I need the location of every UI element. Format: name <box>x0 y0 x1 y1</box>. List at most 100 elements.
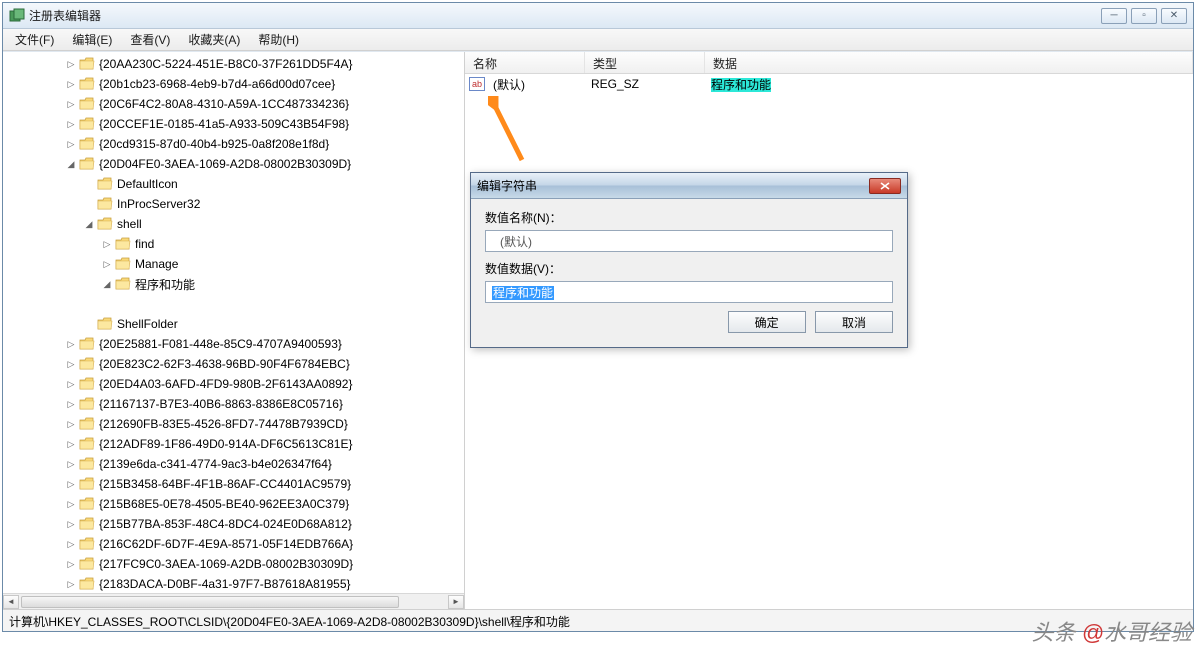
expand-icon[interactable]: ▷ <box>65 478 77 490</box>
folder-icon <box>79 457 95 471</box>
tree-item[interactable]: DefaultIcon <box>3 174 464 194</box>
edit-string-dialog: 编辑字符串 数值名称(N)： (默认) 数值数据(V)： 程序和功能 确定 取消 <box>470 172 908 348</box>
col-name[interactable]: 名称 <box>465 52 585 73</box>
tree-item[interactable]: ▷ {215B3458-64BF-4F1B-86AF-CC4401AC9579} <box>3 474 464 494</box>
tree-item[interactable]: ▷{217FC9C0-3AEA-1069-A2DB-08002B30309D} <box>3 554 464 574</box>
folder-icon <box>97 217 113 231</box>
tree-item[interactable]: ▷ {20b1cb23-6968-4eb9-b7d4-a66d00d07cee} <box>3 74 464 94</box>
list-header[interactable]: 名称 类型 数据 <box>465 52 1193 74</box>
tree-item[interactable]: ▷{20ED4A03-6AFD-4FD9-980B-2F6143AA0892} <box>3 374 464 394</box>
list-row[interactable]: (默认) REG_SZ 程序和功能 <box>465 74 1193 94</box>
menu-view[interactable]: 查看(V) <box>122 29 178 50</box>
h-scrollbar[interactable]: ◄ ► <box>3 593 464 609</box>
menu-favorites[interactable]: 收藏夹(A) <box>180 29 248 50</box>
menubar: 文件(F) 编辑(E) 查看(V) 收藏夹(A) 帮助(H) <box>3 29 1193 51</box>
tree-label: {20E823C2-62F3-4638-96BD-90F4F6784EBC} <box>99 357 350 371</box>
tree-item[interactable]: ▷Manage <box>3 254 464 274</box>
value-name-label: 数值名称(N)： <box>485 209 893 226</box>
tree-item[interactable]: ▷{216C62DF-6D7F-4E9A-8571-05F14EDB766A} <box>3 534 464 554</box>
expand-icon[interactable]: ▷ <box>65 458 77 470</box>
expand-icon[interactable]: ▷ <box>65 58 77 70</box>
tree-item[interactable]: ▷ {21167137-B7E3-40B6-8863-8386E8C05716} <box>3 394 464 414</box>
tree-item[interactable]: ▷ {215B77BA-853F-48C4-8DC4-024E0D68A812} <box>3 514 464 534</box>
tree-item[interactable]: InProcServer32 <box>3 194 464 214</box>
expand-icon[interactable]: ▷ <box>65 498 77 510</box>
tree-item[interactable]: ◢shell <box>3 214 464 234</box>
tree-item[interactable]: ▷{212ADF89-1F86-49D0-914A-DF6C5613C81E} <box>3 434 464 454</box>
cell-name: (默认) <box>487 76 585 93</box>
folder-icon <box>79 117 95 131</box>
tree-item[interactable]: ▷{2139e6da-c341-4774-9ac3-b4e026347f64} <box>3 454 464 474</box>
folder-icon <box>79 477 95 491</box>
folder-icon <box>79 97 95 111</box>
tree-item[interactable]: ▷find <box>3 234 464 254</box>
expand-icon[interactable]: ▷ <box>65 418 77 430</box>
tree-item[interactable]: ▷{215B68E5-0E78-4505-BE40-962EE3A0C379} <box>3 494 464 514</box>
expand-icon[interactable]: ▷ <box>101 238 113 250</box>
expand-icon[interactable]: ▷ <box>65 578 77 590</box>
expand-icon[interactable]: ▷ <box>65 138 77 150</box>
tree-label: {20AA230C-5224-451E-B8C0-37F261DD5F4A} <box>99 57 353 71</box>
folder-icon <box>115 277 131 291</box>
tree-item[interactable]: ◢程序和功能 <box>3 274 464 294</box>
collapse-icon[interactable]: ◢ <box>101 278 113 290</box>
menu-edit[interactable]: 编辑(E) <box>64 29 120 50</box>
tree-item[interactable]: ▷ {20AA230C-5224-451E-B8C0-37F261DD5F4A} <box>3 54 464 74</box>
tree-label: {21167137-B7E3-40B6-8863-8386E8C05716} <box>99 397 343 411</box>
tree-item[interactable]: ▷{212690FB-83E5-4526-8FD7-74478B7939CD} <box>3 414 464 434</box>
tree-item[interactable]: ◢{20D04FE0-3AEA-1069-A2D8-08002B30309D} <box>3 154 464 174</box>
dialog-close-button[interactable] <box>869 178 901 194</box>
value-data-input[interactable]: 程序和功能 <box>485 281 893 303</box>
close-button[interactable]: ✕ <box>1161 8 1187 24</box>
tree-label: {20b1cb23-6968-4eb9-b7d4-a66d00d07cee} <box>99 77 335 91</box>
expand-icon[interactable]: ▷ <box>101 258 113 270</box>
tree-item[interactable]: ▷ {20E823C2-62F3-4638-96BD-90F4F6784EBC} <box>3 354 464 374</box>
scroll-left-button[interactable]: ◄ <box>3 595 19 609</box>
folder-icon <box>79 57 95 71</box>
expand-icon[interactable]: ▷ <box>65 438 77 450</box>
tree-label: {20CCEF1E-0185-41a5-A933-509C43B54F98} <box>99 117 349 131</box>
folder-icon <box>115 237 131 251</box>
tree-label: {20E25881-F081-448e-85C9-4707A9400593} <box>99 337 342 351</box>
tree-label: {215B3458-64BF-4F1B-86AF-CC4401AC9579} <box>99 477 351 491</box>
tree-panel[interactable]: ▷{20AA230C-5224-451E-B8C0-37F261DD5F4A}▷… <box>3 52 465 609</box>
value-name-input[interactable]: (默认) <box>485 230 893 252</box>
menu-file[interactable]: 文件(F) <box>7 29 62 50</box>
ok-button[interactable]: 确定 <box>728 311 806 333</box>
scroll-right-button[interactable]: ► <box>448 595 464 609</box>
no-expander <box>83 198 95 210</box>
expand-icon[interactable]: ▷ <box>65 338 77 350</box>
tree-item[interactable]: ▷ {20E25881-F081-448e-85C9-4707A9400593} <box>3 334 464 354</box>
tree-label: {20C6F4C2-80A8-4310-A59A-1CC487334236} <box>99 97 349 111</box>
tree-item[interactable]: ▷ {20C6F4C2-80A8-4310-A59A-1CC487334236} <box>3 94 464 114</box>
tree-item[interactable]: ▷ {20CCEF1E-0185-41a5-A933-509C43B54F98} <box>3 114 464 134</box>
expand-icon[interactable]: ▷ <box>65 558 77 570</box>
dialog-titlebar[interactable]: 编辑字符串 <box>471 173 907 199</box>
tree-item[interactable] <box>3 294 464 314</box>
collapse-icon[interactable]: ◢ <box>83 218 95 230</box>
maximize-button[interactable]: ▫ <box>1131 8 1157 24</box>
collapse-icon[interactable]: ◢ <box>65 158 77 170</box>
tree-item[interactable]: ▷{2183DACA-D0BF-4a31-97F7-B87618A81955} <box>3 574 464 594</box>
expand-icon[interactable]: ▷ <box>65 98 77 110</box>
statusbar: 计算机\HKEY_CLASSES_ROOT\CLSID\{20D04FE0-3A… <box>3 609 1193 631</box>
cancel-button[interactable]: 取消 <box>815 311 893 333</box>
col-type[interactable]: 类型 <box>585 52 705 73</box>
col-data[interactable]: 数据 <box>705 52 1193 73</box>
titlebar[interactable]: 注册表编辑器 ─ ▫ ✕ <box>3 3 1193 29</box>
cell-data: 程序和功能 <box>705 76 777 93</box>
folder-icon <box>79 357 95 371</box>
tree-item[interactable]: ▷{20cd9315-87d0-40b4-b925-0a8f208e1f8d} <box>3 134 464 154</box>
tree-label: {215B77BA-853F-48C4-8DC4-024E0D68A812} <box>99 517 352 531</box>
expand-icon[interactable]: ▷ <box>65 118 77 130</box>
menu-help[interactable]: 帮助(H) <box>250 29 307 50</box>
expand-icon[interactable]: ▷ <box>65 358 77 370</box>
tree-item[interactable]: ShellFolder <box>3 314 464 334</box>
expand-icon[interactable]: ▷ <box>65 538 77 550</box>
expand-icon[interactable]: ▷ <box>65 518 77 530</box>
expand-icon[interactable]: ▷ <box>65 378 77 390</box>
scroll-thumb[interactable] <box>21 596 399 608</box>
expand-icon[interactable]: ▷ <box>65 78 77 90</box>
minimize-button[interactable]: ─ <box>1101 8 1127 24</box>
expand-icon[interactable]: ▷ <box>65 398 77 410</box>
